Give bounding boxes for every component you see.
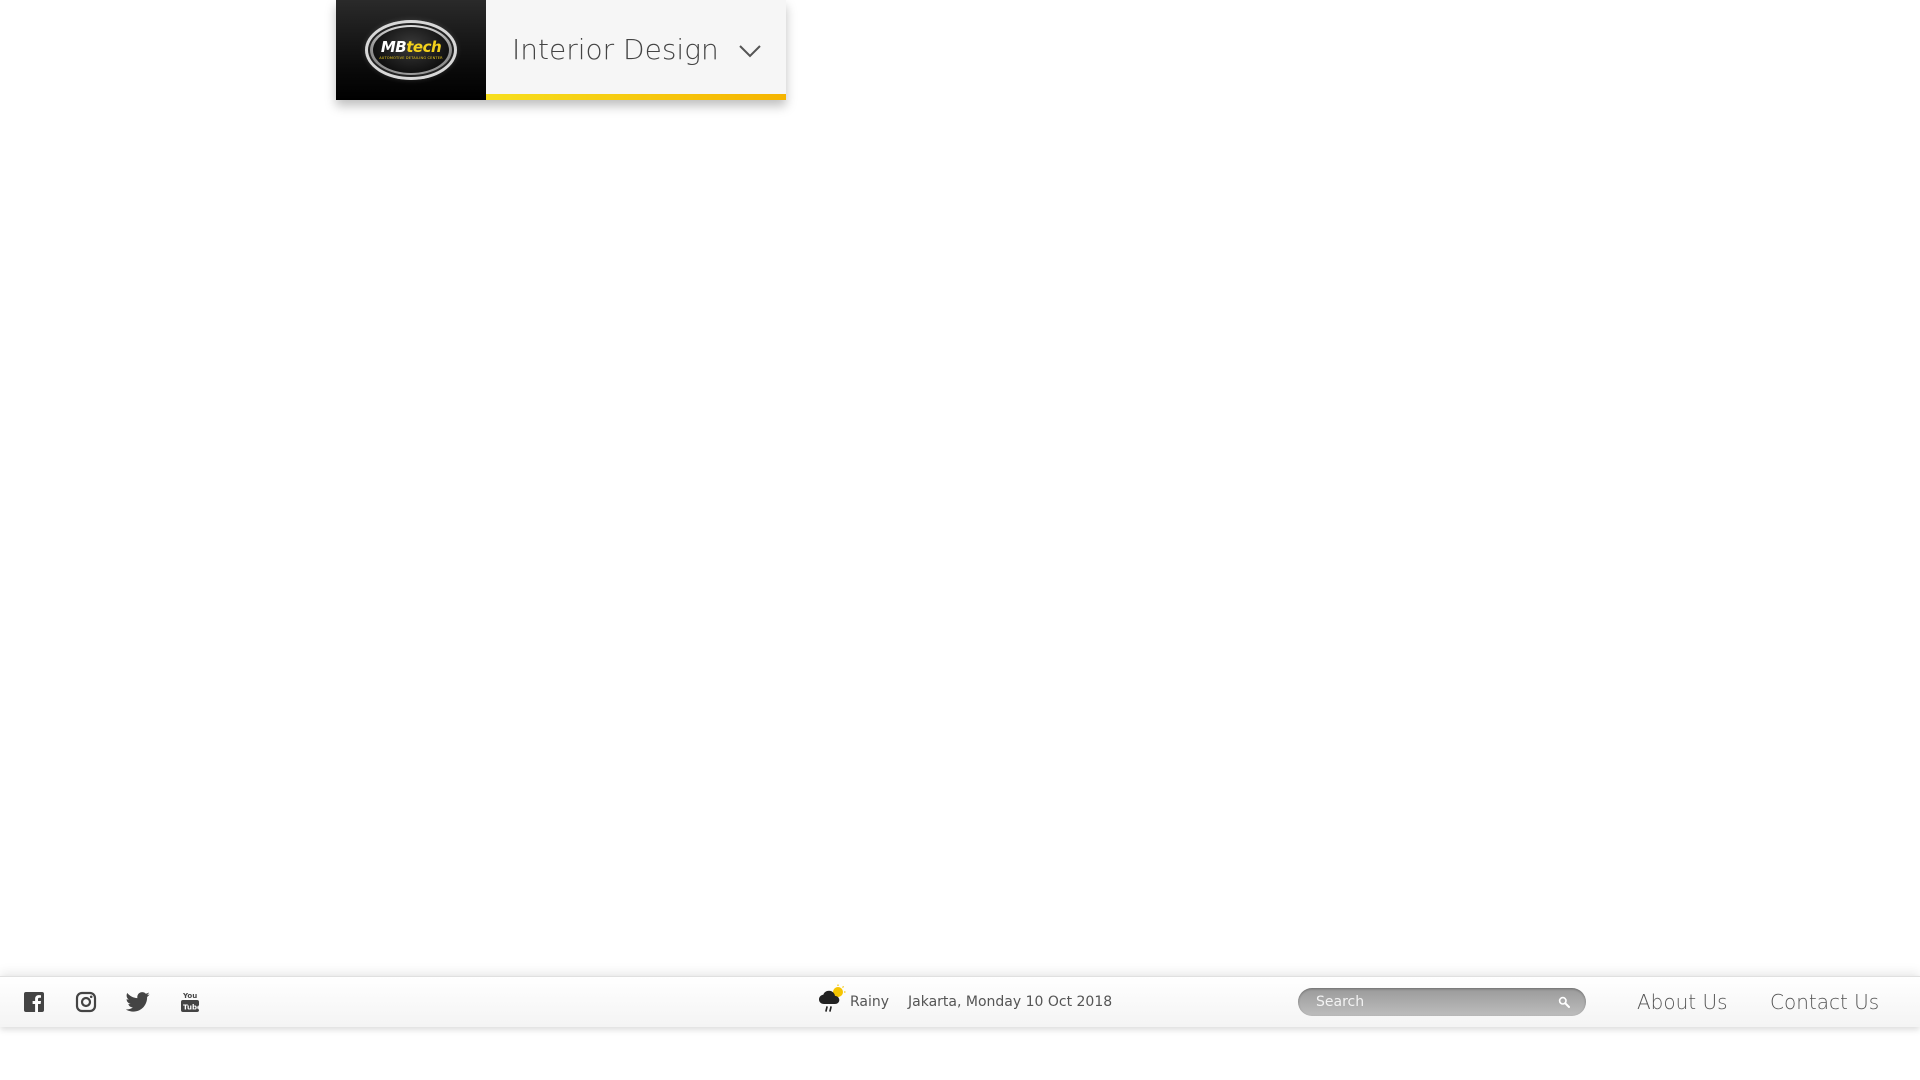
- page: MBtech AUTOMOTIVE DETAILING CENTER Inter…: [0, 0, 1920, 1080]
- nav-contact-us[interactable]: Contact Us: [1770, 977, 1879, 1027]
- weather-label: Rainy: [850, 994, 890, 1010]
- search-box: [1298, 988, 1586, 1016]
- chevron-down-icon: [738, 44, 762, 58]
- footer-bar: You Tube Rainy Jakarta, Monday 10 Oct 20…: [0, 976, 1920, 1027]
- social-links: You Tube: [22, 977, 202, 1027]
- location-date: Jakarta, Monday 10 Oct 2018: [908, 994, 1113, 1010]
- header-brand: MBtech AUTOMOTIVE DETAILING CENTER Inter…: [336, 0, 786, 100]
- rain-cloud-icon: [818, 984, 846, 1021]
- search-input[interactable]: [1316, 994, 1556, 1010]
- logo-inner: MBtech AUTOMOTIVE DETAILING CENTER: [373, 27, 449, 73]
- category-dropdown[interactable]: Interior Design: [486, 0, 786, 100]
- logo-tagline: AUTOMOTIVE DETAILING CENTER: [379, 56, 443, 60]
- category-dropdown-label: Interior Design: [512, 32, 719, 66]
- svg-text:Tube: Tube: [183, 1004, 200, 1012]
- logo-emblem: MBtech AUTOMOTIVE DETAILING CENTER: [365, 20, 457, 80]
- facebook-icon[interactable]: [22, 990, 46, 1014]
- nav-about-us[interactable]: About Us: [1637, 977, 1728, 1027]
- logo-text-accent: tech: [406, 38, 442, 56]
- weather-widget: Rainy: [818, 977, 889, 1027]
- logo-wordmark: MBtech: [380, 38, 442, 56]
- logo[interactable]: MBtech AUTOMOTIVE DETAILING CENTER: [336, 0, 486, 100]
- youtube-icon[interactable]: You Tube: [178, 990, 202, 1014]
- instagram-icon[interactable]: [74, 990, 98, 1014]
- search-icon[interactable]: [1556, 994, 1572, 1010]
- svg-text:You: You: [182, 992, 197, 1000]
- logo-text-main: MB: [380, 38, 407, 56]
- twitter-icon[interactable]: [126, 990, 150, 1014]
